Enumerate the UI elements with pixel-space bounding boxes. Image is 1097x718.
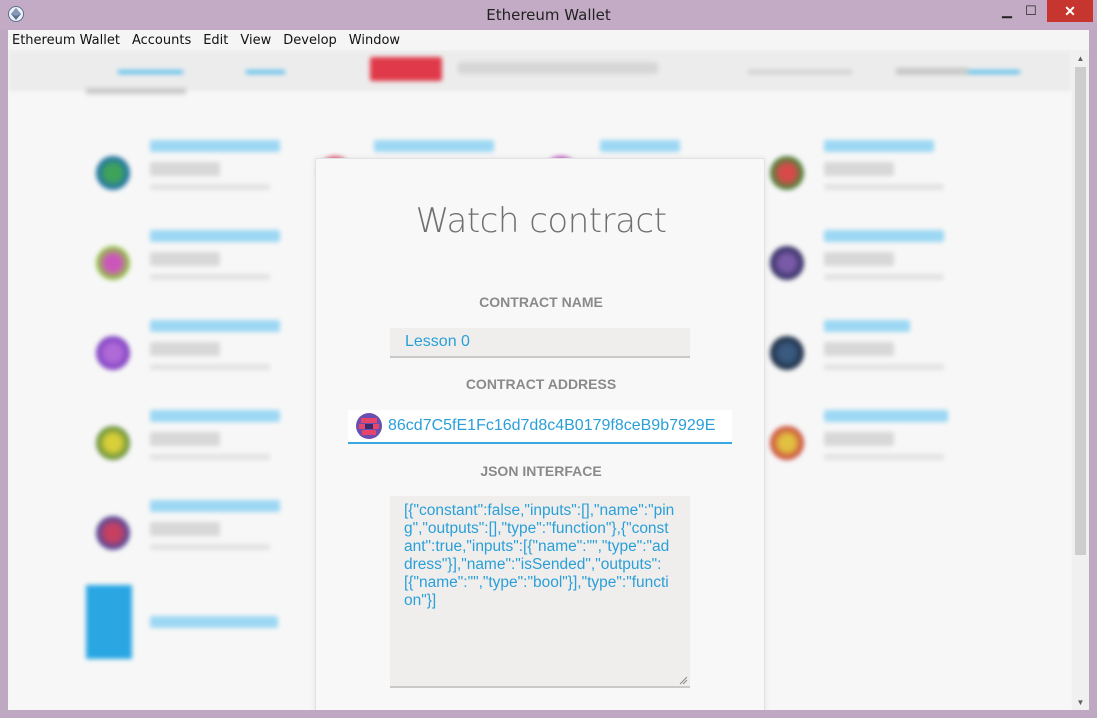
nav-send-blurred: ▬▬▬: [246, 62, 285, 77]
account-balance-blurred: [150, 252, 220, 266]
account-balance-blurred: [150, 432, 220, 446]
avatar: [96, 336, 130, 370]
avatar: [770, 426, 804, 460]
menu-edit[interactable]: Edit: [203, 33, 228, 48]
account-address-blurred: [824, 274, 944, 280]
menu-view[interactable]: View: [240, 33, 271, 48]
account-name-blurred: [374, 140, 494, 152]
close-button[interactable]: ✕: [1047, 0, 1093, 22]
json-interface-label: JSON INTERFACE: [480, 463, 602, 479]
account-name-blurred: [824, 230, 944, 242]
contract-address-field[interactable]: [348, 410, 732, 444]
nav-balance-blurred: ▬▬▬: [896, 54, 968, 81]
account-balance-blurred: [824, 162, 894, 176]
scrollbar-thumb[interactable]: [1075, 67, 1086, 555]
subtitle-blurred: [86, 88, 186, 94]
avatar: [770, 156, 804, 190]
menu-develop[interactable]: Develop: [283, 33, 337, 48]
avatar: [96, 156, 130, 190]
nav-contracts-blurred: ▬▬▬▬▬▬▬▬: [748, 62, 852, 77]
avatar: [96, 426, 130, 460]
json-interface-textarea[interactable]: [390, 496, 690, 688]
account-balance-blurred: [150, 342, 220, 356]
avatar: [96, 246, 130, 280]
watch-contract-modal: Watch contract CONTRACT NAME CONTRACT AD…: [315, 158, 765, 710]
account-address-blurred: [150, 274, 270, 280]
account-name-blurred: [150, 500, 280, 512]
account-name-blurred: [824, 140, 934, 152]
account-name-blurred: [824, 410, 948, 422]
client-area: ▬▬▬▬▬ ▬▬▬ ▬▬▬▬▬▬▬▬ ▬▬▬ ▬▬▬▬ Watch contra…: [8, 50, 1089, 710]
nav-wallets-blurred: ▬▬▬▬▬: [118, 62, 183, 77]
account-name-blurred: [150, 140, 280, 152]
contract-address-label: CONTRACT ADDRESS: [465, 376, 617, 392]
contract-name-label: CONTRACT NAME: [479, 294, 603, 310]
account-address-blurred: [824, 454, 944, 460]
menu-accounts[interactable]: Accounts: [132, 33, 191, 48]
contract-name-input[interactable]: [390, 328, 690, 358]
menu-bar: Ethereum Wallet Accounts Edit View Devel…: [8, 30, 1089, 50]
window-title: Ethereum Wallet: [486, 6, 611, 24]
vertical-scrollbar[interactable]: ▲ ▼: [1072, 50, 1089, 710]
avatar: [770, 336, 804, 370]
menu-ethereum-wallet[interactable]: Ethereum Wallet: [12, 33, 120, 48]
identicon-icon: [356, 413, 382, 439]
account-balance-blurred: [824, 342, 894, 356]
account-balance-blurred: [824, 432, 894, 446]
account-name-blurred: [600, 140, 680, 152]
account-name-blurred: [150, 410, 280, 422]
minimize-button[interactable]: ▁: [996, 0, 1018, 22]
avatar: [96, 516, 130, 550]
resize-grip-icon[interactable]: [678, 675, 688, 685]
nav-red-badge: [370, 57, 442, 81]
watch-contract-big-button-blurred: [86, 585, 132, 659]
avatar: [770, 246, 804, 280]
watch-contract-label-blurred: [150, 616, 278, 628]
nav-status-blurred: [458, 62, 658, 74]
account-balance-blurred: [150, 162, 220, 176]
account-name-blurred: [150, 230, 280, 242]
account-address-blurred: [824, 364, 944, 370]
account-name-blurred: [150, 320, 280, 332]
title-bar: Ethereum Wallet ▁ ☐ ✕: [0, 0, 1097, 30]
account-balance-blurred: [150, 522, 220, 536]
account-address-blurred: [150, 184, 270, 190]
account-address-blurred: [150, 364, 270, 370]
nav-ether-blurred: ▬▬▬▬: [968, 62, 1020, 77]
scroll-up-arrow-icon[interactable]: ▲: [1072, 50, 1089, 66]
account-address-blurred: [150, 454, 270, 460]
scroll-down-arrow-icon[interactable]: ▼: [1072, 694, 1089, 710]
top-navigation: ▬▬▬▬▬ ▬▬▬ ▬▬▬▬▬▬▬▬ ▬▬▬ ▬▬▬▬: [8, 50, 1072, 90]
account-name-blurred: [824, 320, 910, 332]
account-address-blurred: [150, 544, 270, 550]
maximize-button[interactable]: ☐: [1020, 0, 1042, 22]
menu-window[interactable]: Window: [349, 33, 400, 48]
account-address-blurred: [824, 184, 944, 190]
account-balance-blurred: [824, 252, 894, 266]
modal-title: Watch contract: [415, 201, 667, 241]
contract-address-input[interactable]: [388, 413, 728, 439]
